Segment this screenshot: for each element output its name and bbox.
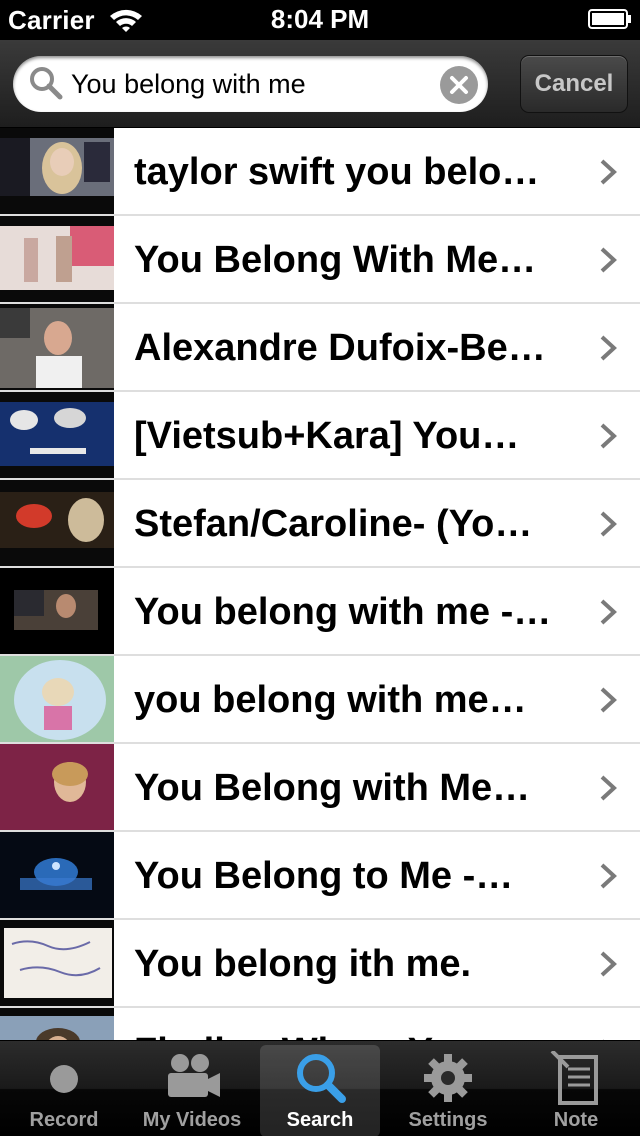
result-row[interactable]: taylor swift you belo… [0,128,640,216]
tab-record[interactable]: Record [0,1041,128,1136]
video-thumbnail [0,216,114,302]
result-title: [Vietsub+Kara] You… [134,415,520,457]
clock: 8:04 PM [270,4,370,34]
result-row[interactable]: Finding Where Yo… [0,1008,640,1040]
search-input[interactable] [71,64,441,104]
tab-bar: Record My Videos Search Settings Note [0,1040,640,1136]
result-title: You belong with me -… [134,591,552,633]
result-title: Finding Where Yo… [134,1030,584,1040]
cancel-button[interactable]: Cancel [520,55,628,113]
result-row[interactable]: You belong with me -… [0,568,640,656]
video-camera-icon [168,1054,220,1097]
chevron-right-icon [600,863,617,889]
tab-label: Settings [408,1109,488,1131]
status-bar: Carrier 8:04 PM [0,0,640,40]
chevron-right-icon [600,775,617,801]
video-thumbnail [0,304,114,390]
clear-icon [450,76,468,94]
search-field[interactable] [13,56,488,112]
video-thumbnail [0,1008,114,1040]
result-title: You Belong With Me… [134,239,537,281]
tab-label: Search [286,1109,354,1131]
result-row[interactable]: You Belong With Me… [0,216,640,304]
clear-search-button[interactable] [440,66,478,104]
chevron-right-icon [600,599,617,625]
result-row[interactable]: You Belong with Me… [0,744,640,832]
chevron-right-icon [600,511,617,537]
video-thumbnail [0,568,114,654]
result-title: Alexandre Dufoix-Be… [134,327,546,369]
tab-search[interactable]: Search [256,1041,384,1136]
video-thumbnail [0,744,114,830]
result-title: You Belong to Me -… [134,855,514,897]
chevron-right-icon [600,687,617,713]
tab-label: Record [29,1109,99,1131]
result-title: You Belong with Me… [134,767,531,809]
search-icon [297,1054,346,1103]
video-thumbnail [0,128,114,214]
results-list: taylor swift you belo… You Belong With M… [0,128,640,1040]
tab-note[interactable]: Note [512,1041,640,1136]
chevron-right-icon [600,159,617,185]
result-row[interactable]: [Vietsub+Kara] You… [0,392,640,480]
video-thumbnail [0,480,114,566]
video-thumbnail [0,832,114,918]
chevron-right-icon [600,247,617,273]
result-title: taylor swift you belo… [134,151,540,193]
magnifier-icon [30,67,63,100]
search-bar: Cancel [0,40,640,128]
tab-my-videos[interactable]: My Videos [128,1041,256,1136]
tab-settings[interactable]: Settings [384,1041,512,1136]
video-thumbnail [0,656,114,742]
video-thumbnail [0,392,114,478]
chevron-right-icon [600,423,617,449]
chevron-right-icon [600,335,617,361]
tab-label: My Videos [142,1109,242,1131]
note-icon [550,1051,598,1105]
battery-icon [588,9,631,29]
chevron-right-icon [600,951,617,977]
result-row[interactable]: You belong ith me. [0,920,640,1008]
result-row[interactable]: You Belong to Me -… [0,832,640,920]
result-title: Stefan/Caroline- (Yo… [134,503,533,545]
result-row[interactable]: you belong with me… [0,656,640,744]
result-row[interactable]: Stefan/Caroline- (Yo… [0,480,640,568]
tab-label: Note [553,1109,599,1131]
result-title: You belong ith me. [134,943,472,985]
gear-icon [424,1054,472,1102]
result-row[interactable]: Alexandre Dufoix-Be… [0,304,640,392]
result-title: you belong with me… [134,679,527,721]
record-icon [50,1065,78,1093]
video-thumbnail [0,920,114,1006]
